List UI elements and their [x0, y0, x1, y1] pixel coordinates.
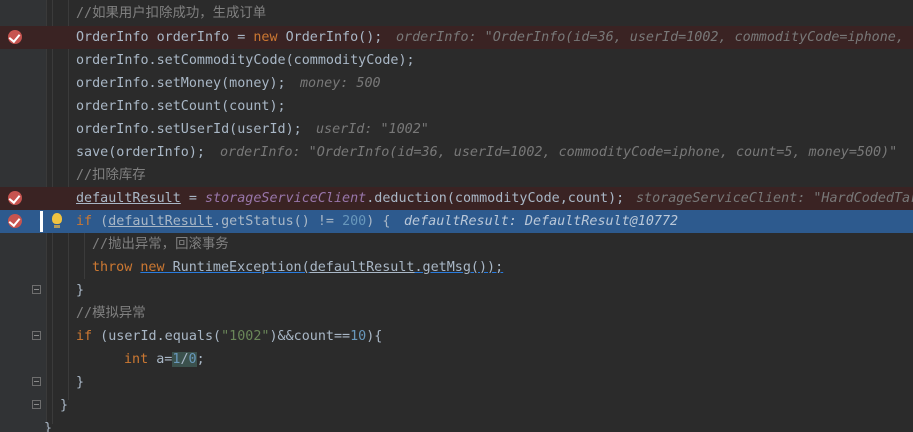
code-line[interactable]: //扣除库存 — [0, 164, 913, 187]
code-text: } — [76, 283, 85, 298]
code-text: int a=1/0; — [124, 352, 205, 367]
code-line[interactable]: } — [0, 417, 913, 432]
code-text: defaultResult = storageServiceClient.ded… — [76, 191, 625, 206]
code-line[interactable]: orderInfo.setMoney(money); money: 500 — [0, 72, 913, 95]
code-line[interactable]: orderInfo.setUserId(userId); userId: "10… — [0, 118, 913, 141]
comment: //模拟异常 — [76, 306, 146, 321]
code-line-breakpoint[interactable]: defaultResult = storageServiceClient.ded… — [0, 187, 913, 210]
code-text: save(orderInfo); — [76, 145, 205, 160]
breakpoint-check-icon[interactable] — [8, 191, 22, 205]
code-line[interactable]: throw new RuntimeException(defaultResult… — [0, 256, 913, 279]
inline-value-hint: storageServiceClient: "HardCodedTar — [636, 191, 913, 206]
inline-value-hint: money: 500 — [300, 76, 381, 91]
fold-icon[interactable] — [32, 400, 41, 409]
fold-icon[interactable] — [32, 377, 41, 386]
code-line[interactable]: //抛出异常，回滚事务 — [0, 233, 913, 256]
code-line-current[interactable]: if (defaultResult.getStatus() != 200) { … — [0, 210, 913, 233]
code-editor[interactable]: //如果用户扣除成功，生成订单 OrderInfo orderInfo = ne… — [0, 0, 913, 432]
code-line[interactable]: //如果用户扣除成功，生成订单 — [0, 2, 913, 25]
code-line[interactable]: } — [0, 371, 913, 394]
inline-value-hint: defaultResult: DefaultResult@10772 — [404, 214, 679, 229]
inline-value-hint: orderInfo: "OrderInfo(id=36, userId=1002… — [220, 145, 898, 160]
code-text: throw new RuntimeException(defaultResult… — [92, 260, 504, 275]
fold-icon[interactable] — [32, 285, 41, 294]
code-text: orderInfo.setCommodityCode(commodityCode… — [76, 53, 415, 68]
code-line[interactable]: int a=1/0; — [0, 348, 913, 371]
code-line[interactable]: //模拟异常 — [0, 302, 913, 325]
fold-icon[interactable] — [32, 331, 41, 340]
code-text: if (defaultResult.getStatus() != 200) { — [76, 214, 391, 229]
lightbulb-icon[interactable] — [52, 213, 62, 228]
comment: //抛出异常，回滚事务 — [92, 237, 229, 252]
code-line[interactable]: if (userId.equals("1002")&&count==10){ — [0, 325, 913, 348]
code-text: } — [60, 398, 69, 413]
code-line-breakpoint[interactable]: OrderInfo orderInfo = new OrderInfo(); o… — [0, 26, 913, 49]
breakpoint-check-icon[interactable] — [8, 214, 22, 228]
code-text: orderInfo.setCount(count); — [76, 99, 286, 114]
comment: //扣除库存 — [76, 168, 146, 183]
code-line[interactable]: orderInfo.setCount(count); — [0, 95, 913, 118]
code-text: } — [76, 375, 85, 390]
code-line[interactable]: save(orderInfo); orderInfo: "OrderInfo(i… — [0, 141, 913, 164]
inline-value-hint: userId: "1002" — [316, 122, 429, 137]
code-line[interactable]: } — [0, 279, 913, 302]
code-text: OrderInfo orderInfo = new OrderInfo(); — [76, 30, 383, 45]
comment: //如果用户扣除成功，生成订单 — [76, 6, 267, 21]
code-line[interactable]: } — [0, 394, 913, 417]
code-text: } — [44, 421, 53, 432]
code-text: orderInfo.setMoney(money); — [76, 76, 286, 91]
code-text: if (userId.equals("1002")&&count==10){ — [76, 329, 383, 344]
code-text: orderInfo.setUserId(userId); — [76, 122, 302, 137]
inline-value-hint: orderInfo: "OrderInfo(id=36, userId=1002… — [396, 30, 913, 45]
execution-point-icon — [40, 211, 43, 232]
code-line[interactable]: orderInfo.setCommodityCode(commodityCode… — [0, 49, 913, 72]
breakpoint-check-icon[interactable] — [8, 30, 22, 44]
